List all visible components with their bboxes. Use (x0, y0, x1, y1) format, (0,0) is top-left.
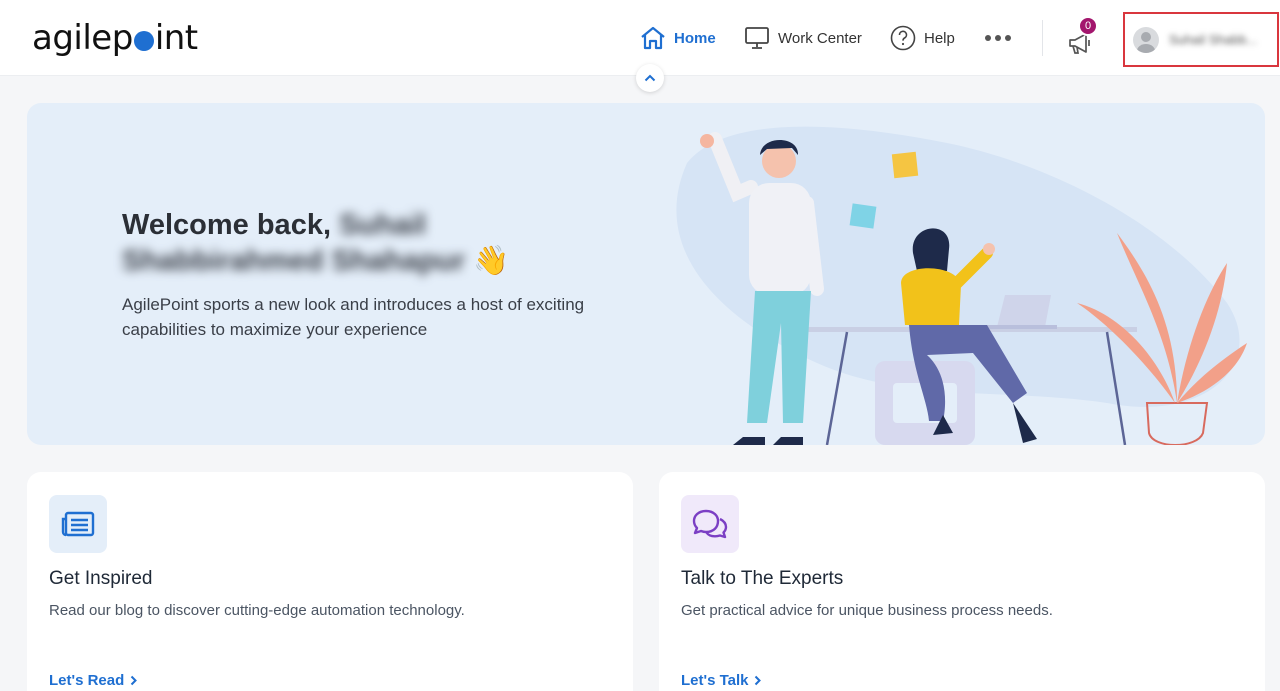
help-icon (890, 25, 916, 51)
card-description: Get practical advice for unique business… (681, 602, 1053, 619)
nav-help[interactable]: Help (890, 0, 955, 76)
chevron-right-icon (131, 675, 138, 686)
chat-bubbles-icon (692, 509, 728, 539)
card-title: Talk to The Experts (681, 568, 844, 589)
nav-home-label: Home (674, 29, 716, 47)
welcome-title: Welcome back, Suhail Shabbirahmed Shahap… (122, 207, 622, 279)
chevron-right-icon (755, 675, 762, 686)
user-profile-menu[interactable]: Suhail Shabb... (1123, 12, 1279, 67)
get-inspired-card: Get Inspired Read our blog to discover c… (27, 472, 633, 691)
nav-help-label: Help (924, 29, 955, 47)
more-menu-button[interactable] (984, 0, 1012, 76)
card-description: Read our blog to discover cutting-edge a… (49, 602, 465, 619)
logo-text-left: agilep (32, 18, 133, 58)
link-label: Let's Read (49, 672, 125, 689)
card-title: Get Inspired (49, 568, 153, 589)
agilepoint-logo[interactable]: agilep int (32, 18, 198, 58)
nav-work-center[interactable]: Work Center (744, 0, 862, 76)
newspaper-icon (61, 511, 95, 537)
logo-dot-icon (133, 31, 154, 51)
collapse-header-button[interactable] (636, 64, 664, 92)
chevron-up-icon (644, 74, 656, 82)
welcome-prefix: Welcome back, (122, 209, 332, 241)
card-icon-container (681, 495, 739, 553)
notification-count-badge: 0 (1078, 16, 1098, 36)
home-icon (641, 26, 665, 50)
nav-work-center-label: Work Center (778, 29, 862, 47)
user-name: Suhail Shabb... (1169, 32, 1258, 47)
more-horizontal-icon (985, 35, 1011, 41)
welcome-banner: Welcome back, Suhail Shabbirahmed Shahap… (27, 103, 1265, 445)
logo-text-right: int (154, 18, 198, 58)
wave-emoji-icon: 👋 (473, 245, 510, 277)
welcome-illustration (676, 126, 1247, 445)
welcome-subtitle: AgilePoint sports a new look and introdu… (122, 295, 585, 339)
lets-talk-link[interactable]: Let's Talk (681, 672, 762, 689)
card-icon-container (49, 495, 107, 553)
avatar (1133, 26, 1159, 53)
announcements-button[interactable]: 0 (1064, 16, 1100, 58)
header-divider (1042, 20, 1043, 56)
lets-read-link[interactable]: Let's Read (49, 672, 138, 689)
monitor-icon (745, 27, 769, 49)
talk-to-experts-card: Talk to The Experts Get practical advice… (659, 472, 1265, 691)
link-label: Let's Talk (681, 672, 749, 689)
top-header: agilep int Home Work Center Help 0 Suhail… (0, 0, 1280, 92)
